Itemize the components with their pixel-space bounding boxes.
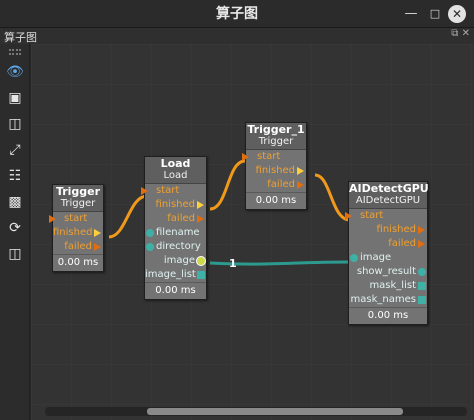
port-show-result[interactable]: show_result xyxy=(349,265,427,279)
edge-label: 1 xyxy=(229,257,237,270)
close-button[interactable]: ✕ xyxy=(448,5,466,23)
app-window: 算子图 — □ ✕ 算子图 ⧉ ✕ 👁 ▣ ◫ ⤢ ☷ ▩ ⟳ ◫ 1 Trig… xyxy=(0,0,474,420)
node-load[interactable]: Load Load start finished failed filename… xyxy=(141,156,207,300)
horizontal-scrollbar[interactable] xyxy=(45,407,467,416)
float-panel-icon[interactable]: ⧉ xyxy=(451,28,458,39)
image-icon: ▩ xyxy=(8,194,22,210)
node-type: Load xyxy=(163,170,188,181)
port-mask-names[interactable]: mask_names xyxy=(349,293,427,307)
node-title: Trigger xyxy=(55,185,101,198)
maximize-icon: □ xyxy=(429,7,441,20)
graph-canvas[interactable]: 1 Trigger Trigger start finished failed … xyxy=(31,44,474,420)
node-type: Trigger xyxy=(60,198,96,209)
maximize-button[interactable]: □ xyxy=(426,5,444,23)
port-image-list[interactable]: image_list xyxy=(145,268,206,282)
view-eye-tool[interactable]: 👁 xyxy=(5,62,25,82)
node-aidetectgpu[interactable]: AIDetectGPU AIDetectGPU start finished f… xyxy=(345,181,429,325)
node-header: Trigger Trigger xyxy=(53,185,103,212)
refresh-tool[interactable]: ⟳ xyxy=(5,218,25,238)
port-directory[interactable]: directory xyxy=(145,240,206,254)
node-title: AIDetectGPU xyxy=(349,182,429,195)
port-failed[interactable]: failed xyxy=(145,212,206,226)
port-start[interactable]: start xyxy=(345,209,427,223)
node-header: Trigger_1 Trigger xyxy=(246,123,306,150)
port-image[interactable]: image xyxy=(349,251,427,265)
port-finished[interactable]: finished xyxy=(246,164,306,178)
eye-icon: 👁 xyxy=(6,64,24,80)
fit-view-tool[interactable]: ▣ xyxy=(5,88,25,108)
grip-icon xyxy=(9,49,21,55)
node-time: 0.00 ms xyxy=(53,254,103,271)
screen-tool[interactable]: ◫ xyxy=(5,244,25,264)
port-finished[interactable]: finished xyxy=(53,226,103,240)
close-panel-icon[interactable]: ✕ xyxy=(462,28,470,39)
node-header: Load Load xyxy=(145,157,206,184)
panel-title: 算子图 xyxy=(4,31,37,44)
node-time: 0.00 ms xyxy=(246,192,306,209)
panel-header: 算子图 ⧉ ✕ xyxy=(0,28,474,44)
port-failed[interactable]: failed xyxy=(349,237,427,251)
minimize-icon: — xyxy=(404,6,418,21)
arrange-tool[interactable]: ⤢ xyxy=(5,140,25,160)
nodes-icon: ◫ xyxy=(8,116,22,132)
hierarchy-icon: ☷ xyxy=(8,168,22,184)
minimize-button[interactable]: — xyxy=(402,5,420,23)
port-start[interactable]: start xyxy=(141,184,206,198)
port-finished[interactable]: finished xyxy=(145,198,206,212)
port-image[interactable]: image xyxy=(145,254,206,268)
port-start[interactable]: start xyxy=(49,212,103,226)
hierarchy-tool[interactable]: ☷ xyxy=(5,166,25,186)
refresh-icon: ⟳ xyxy=(9,220,21,236)
node-layout-tool[interactable]: ◫ xyxy=(5,114,25,134)
port-start[interactable]: start xyxy=(242,150,306,164)
left-toolbar: 👁 ▣ ◫ ⤢ ☷ ▩ ⟳ ◫ xyxy=(0,44,30,420)
node-title: Load xyxy=(160,157,191,170)
screen-icon: ◫ xyxy=(8,246,22,262)
node-type: AIDetectGPU xyxy=(355,195,421,206)
node-time: 0.00 ms xyxy=(145,282,206,299)
node-trigger-1[interactable]: Trigger_1 Trigger start finished failed … xyxy=(242,122,307,210)
node-title: Trigger_1 xyxy=(247,123,305,136)
panel-controls: ⧉ ✕ xyxy=(451,28,470,39)
scrollbar-thumb[interactable] xyxy=(147,408,403,415)
port-finished[interactable]: finished xyxy=(349,223,427,237)
fit-frame-icon: ▣ xyxy=(8,90,22,106)
arrange-icon: ⤢ xyxy=(9,142,21,158)
close-icon: ✕ xyxy=(451,7,463,21)
port-failed[interactable]: failed xyxy=(246,178,306,192)
title-bar: 算子图 — □ ✕ xyxy=(0,0,474,28)
node-trigger[interactable]: Trigger Trigger start finished failed 0.… xyxy=(49,184,104,272)
image-tool[interactable]: ▩ xyxy=(5,192,25,212)
port-failed[interactable]: failed xyxy=(53,240,103,254)
node-time: 0.00 ms xyxy=(349,307,427,324)
node-type: Trigger xyxy=(258,136,294,147)
port-mask-list[interactable]: mask_list xyxy=(349,279,427,293)
node-header: AIDetectGPU AIDetectGPU xyxy=(349,182,429,209)
port-filename[interactable]: filename xyxy=(145,226,206,240)
